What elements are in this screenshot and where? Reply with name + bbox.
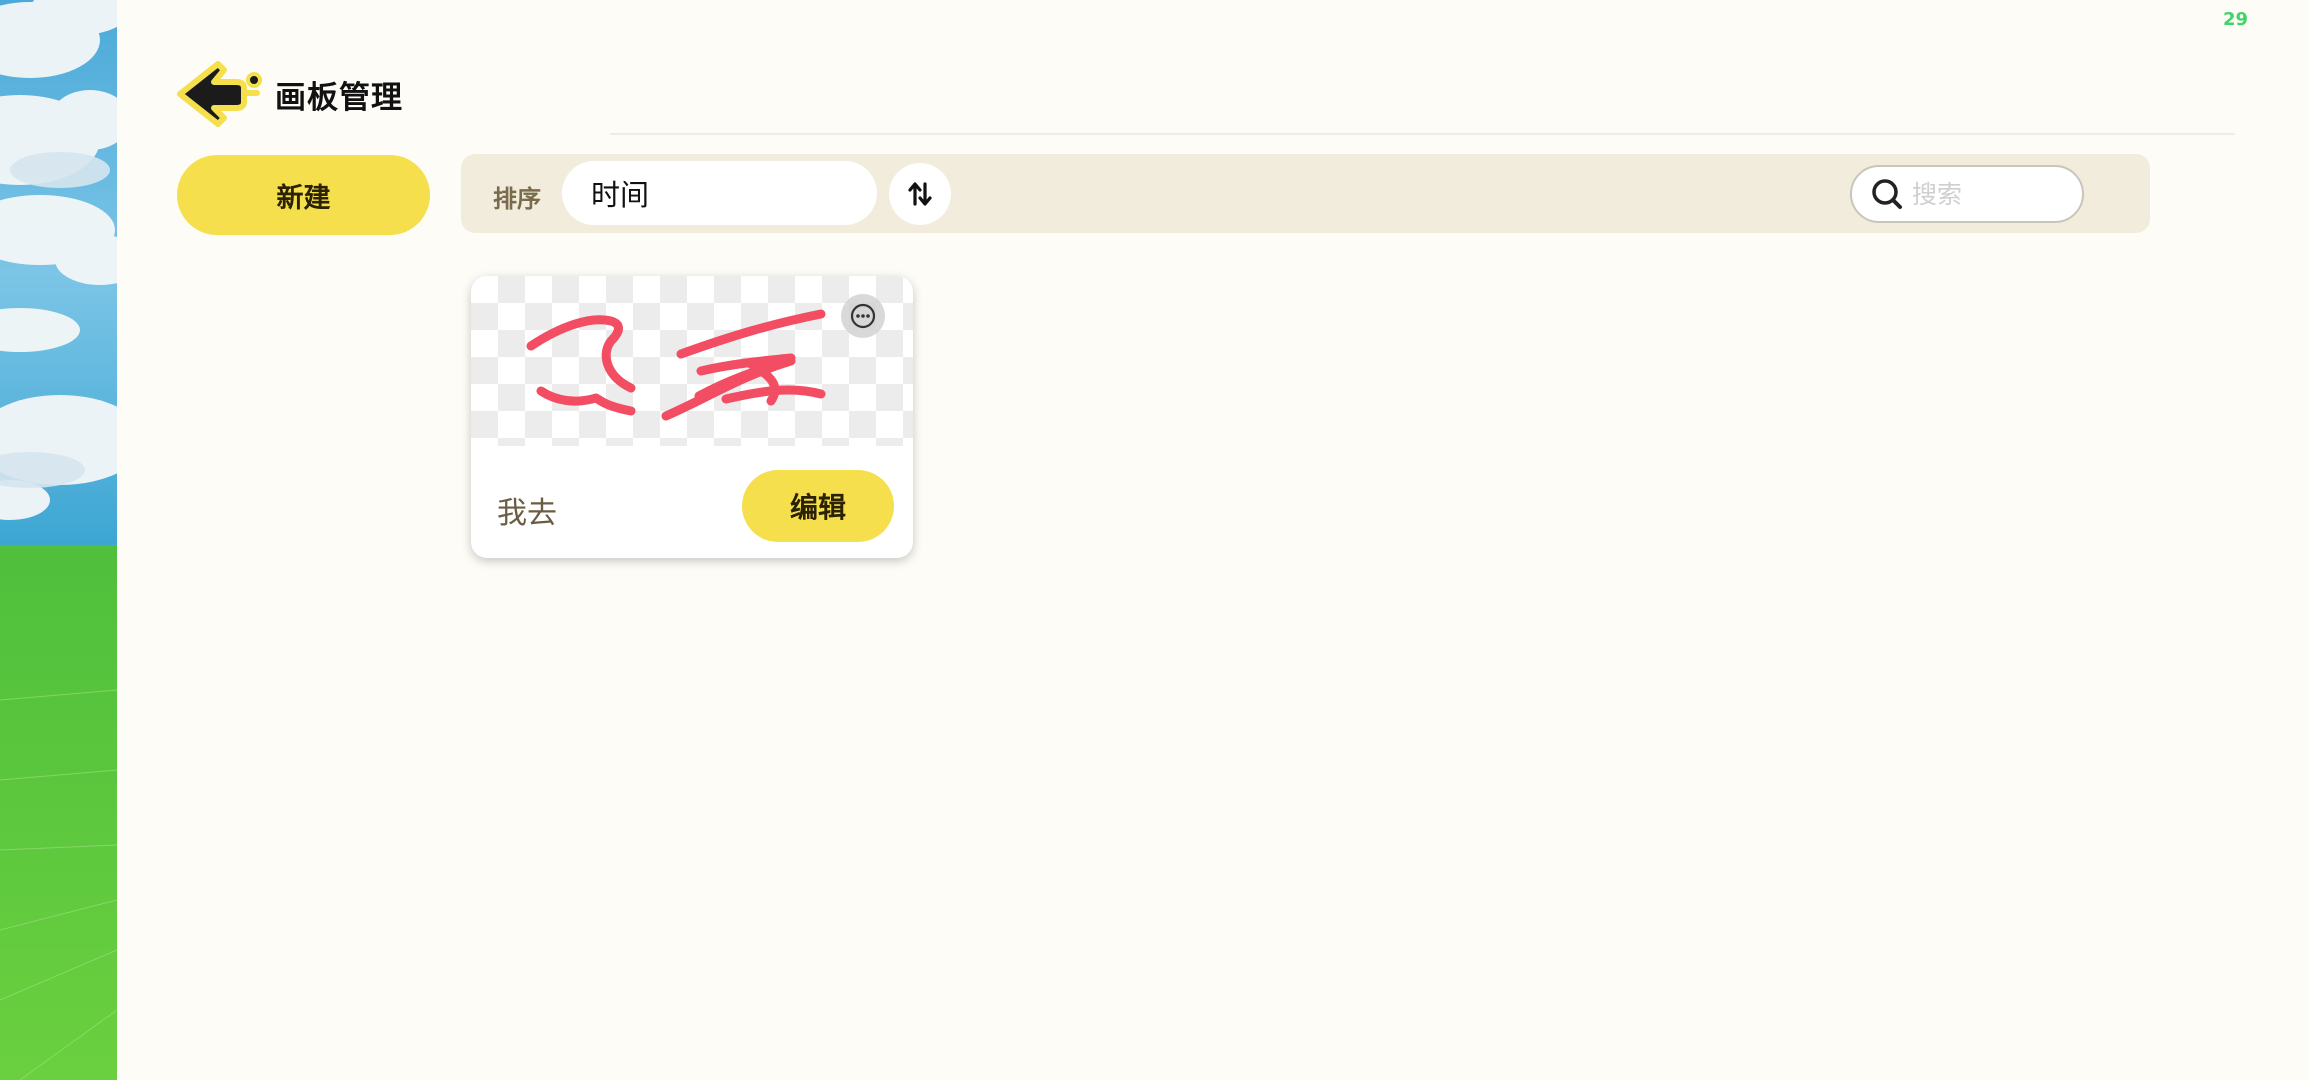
back-arrow-icon <box>177 61 262 127</box>
sort-label: 排序 <box>493 185 541 213</box>
board-thumbnail[interactable] <box>471 276 913 446</box>
board-card[interactable]: 我去 编辑 <box>471 276 913 558</box>
more-options-icon <box>850 303 876 329</box>
board-more-button[interactable] <box>841 294 885 338</box>
search-field[interactable] <box>1850 165 2084 223</box>
search-icon <box>1872 179 1902 209</box>
board-name: 我去 <box>497 496 557 531</box>
page-title: 画板管理 <box>275 80 403 116</box>
new-board-button[interactable]: 新建 <box>177 155 430 235</box>
search-input[interactable] <box>1910 178 2074 210</box>
sort-field-select[interactable]: 时间 <box>562 161 877 225</box>
sort-search-toolbar: 排序 时间 <box>461 154 2150 233</box>
status-counter: 29 <box>2222 9 2248 30</box>
edit-board-button[interactable]: 编辑 <box>742 470 894 542</box>
back-button[interactable] <box>174 58 266 128</box>
scenery-background <box>0 0 117 1080</box>
header-divider <box>610 133 2235 135</box>
sort-order-button[interactable] <box>889 163 951 225</box>
sort-toggle-icon <box>908 182 932 206</box>
board-manager-screen: 29 画板管理 新建 排序 时间 搜索 我去 编辑 <box>0 0 2310 1080</box>
sort-field-value: 时间 <box>591 178 650 212</box>
